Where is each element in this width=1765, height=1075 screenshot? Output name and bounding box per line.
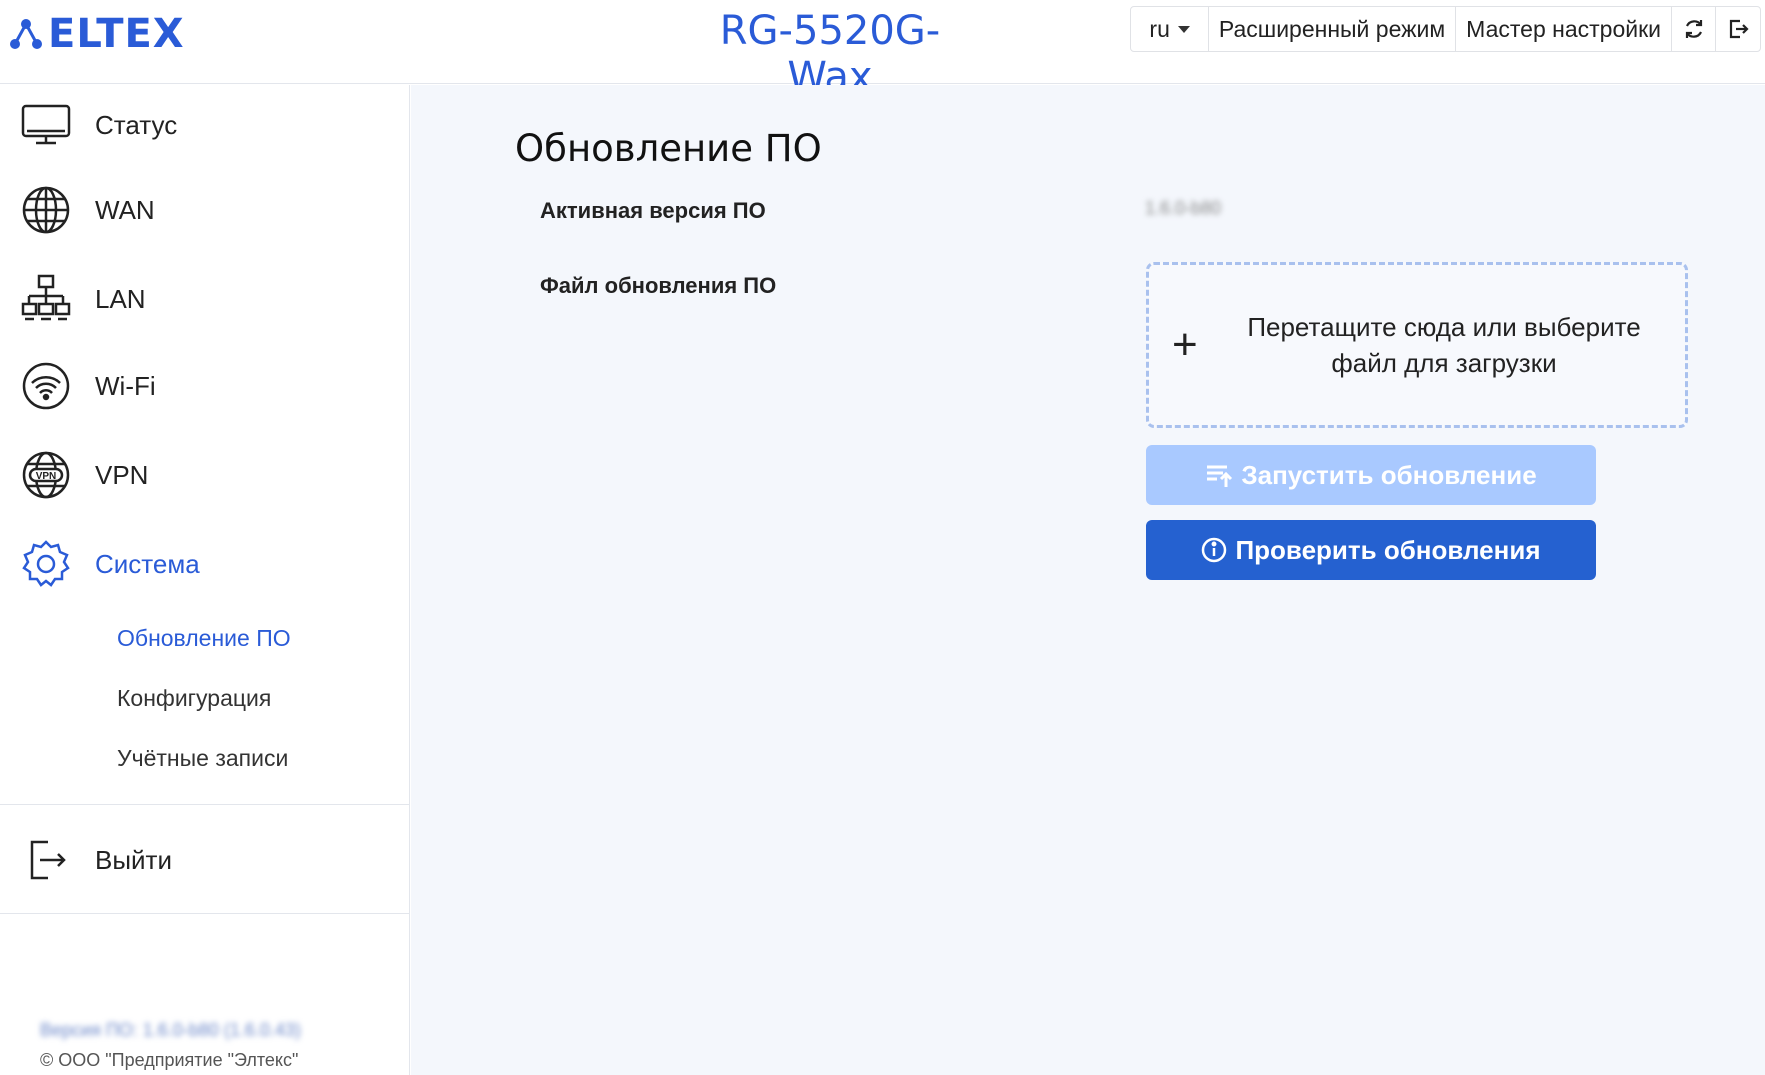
sidebar-item-logout[interactable]: Выйти bbox=[0, 825, 410, 895]
network-icon bbox=[20, 273, 72, 325]
advanced-mode-button[interactable]: Расширенный режим bbox=[1209, 7, 1457, 51]
dropzone-line-2: файл для загрузки bbox=[1331, 348, 1557, 378]
dropzone-text: Перетащите сюда или выберите файл для за… bbox=[1224, 309, 1664, 381]
plus-icon: + bbox=[1172, 320, 1198, 369]
file-dropzone[interactable]: + Перетащите сюда или выберите файл для … bbox=[1146, 262, 1688, 428]
sidebar-item-label: Статус bbox=[95, 109, 178, 140]
eltex-logo[interactable]: ELTEX bbox=[8, 11, 185, 57]
eltex-logo-mark-icon bbox=[10, 19, 42, 49]
footer-copyright: © ООО "Предприятие "Элтекс" bbox=[40, 1050, 299, 1070]
start-update-label: Запустить обновление bbox=[1241, 459, 1537, 490]
sidebar-item-label: WAN bbox=[95, 194, 155, 225]
language-select[interactable]: ru bbox=[1131, 7, 1209, 51]
subnav-firmware-update[interactable]: Обновление ПО bbox=[117, 625, 291, 652]
upload-list-icon bbox=[1207, 465, 1233, 487]
vpn-globe-icon: VPN bbox=[20, 449, 72, 501]
logout-top-button[interactable] bbox=[1716, 7, 1760, 51]
active-version-value: 1.6.0-b80 bbox=[1145, 198, 1222, 218]
check-updates-label: Проверить обновления bbox=[1235, 534, 1541, 565]
language-value: ru bbox=[1149, 15, 1170, 42]
update-file-label: Файл обновления ПО bbox=[540, 273, 777, 298]
info-icon bbox=[1202, 537, 1227, 563]
refresh-icon bbox=[1685, 20, 1702, 38]
logout-icon bbox=[20, 834, 72, 886]
sidebar-item-system[interactable]: Система bbox=[0, 529, 410, 599]
main-content: Обновление ПО Активная версия ПО 1.6.0-b… bbox=[411, 85, 1765, 1075]
sidebar: Статус WAN LAN Wi-Fi VPN VPN Система Обн… bbox=[0, 85, 410, 1075]
sidebar-item-label: Wi-Fi bbox=[95, 370, 156, 401]
sidebar-item-wifi[interactable]: Wi-Fi bbox=[0, 351, 410, 421]
sidebar-item-status[interactable]: Статус bbox=[0, 90, 410, 160]
globe-icon bbox=[20, 184, 72, 236]
logout-icon bbox=[1729, 19, 1749, 39]
setup-wizard-button[interactable]: Мастер настройки bbox=[1456, 7, 1672, 51]
header: ELTEX RG-5520G-Wax ru Расширенный режим … bbox=[0, 0, 1765, 100]
active-version-label: Активная версия ПО bbox=[540, 198, 766, 223]
sidebar-item-label: LAN bbox=[95, 283, 146, 314]
logo-text: ELTEX bbox=[48, 11, 185, 57]
footer-version: Версия ПО: 1.6.0-b80 (1.6.0.43) bbox=[40, 1020, 301, 1040]
sidebar-item-label: Система bbox=[95, 548, 200, 579]
sidebar-item-label: VPN bbox=[95, 459, 149, 490]
subnav-accounts[interactable]: Учётные записи bbox=[117, 745, 288, 772]
sidebar-item-vpn[interactable]: VPN VPN bbox=[0, 440, 410, 510]
monitor-icon bbox=[20, 99, 72, 151]
page-title: Обновление ПО bbox=[515, 127, 822, 170]
sidebar-item-wan[interactable]: WAN bbox=[0, 175, 410, 245]
wifi-icon bbox=[20, 360, 72, 412]
divider bbox=[0, 913, 410, 914]
subnav-configuration[interactable]: Конфигурация bbox=[117, 685, 271, 712]
caret-down-icon bbox=[1177, 25, 1190, 33]
start-update-button[interactable]: Запустить обновление bbox=[1146, 445, 1596, 505]
dropzone-line-1: Перетащите сюда или выберите bbox=[1247, 312, 1641, 342]
gear-icon bbox=[20, 538, 72, 590]
svg-text:VPN: VPN bbox=[36, 471, 57, 482]
divider bbox=[0, 804, 410, 805]
top-toolbar: ru Расширенный режим Мастер настройки bbox=[1130, 6, 1761, 52]
sidebar-item-lan[interactable]: LAN bbox=[0, 264, 410, 334]
sidebar-item-label: Выйти bbox=[95, 844, 172, 875]
refresh-button[interactable] bbox=[1672, 7, 1716, 51]
check-updates-button[interactable]: Проверить обновления bbox=[1146, 520, 1596, 580]
